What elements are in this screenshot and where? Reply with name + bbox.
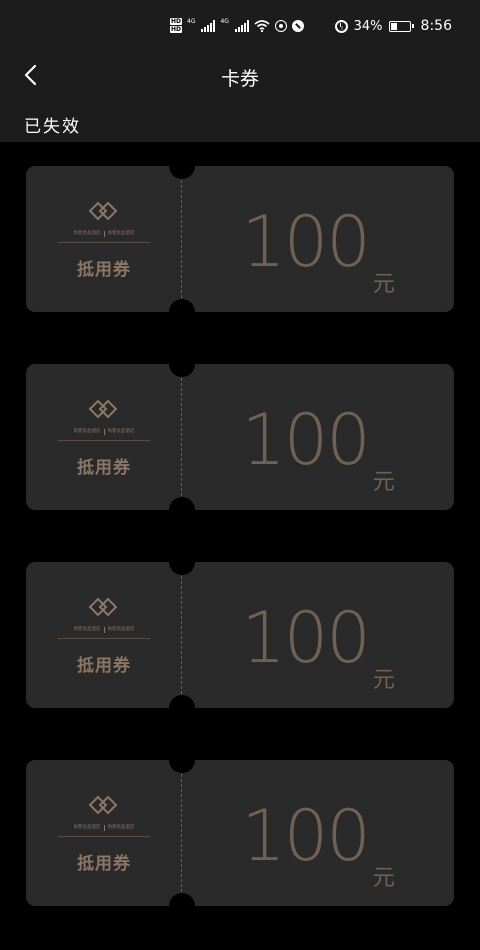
coupon-amount: 100: [241, 399, 371, 481]
coupon-amount-area: 100 元: [182, 760, 454, 906]
brand-text: 尚客优品酒店: [107, 429, 135, 434]
coupon-type-label: 抵用券: [77, 854, 131, 874]
battery-icon: [388, 20, 414, 32]
brand-text: 尚客优品酒店: [73, 627, 101, 632]
signal-icon: [201, 19, 216, 32]
bluetooth-icon: [291, 19, 304, 32]
coupon-stub: 尚客优品酒店 尚客优品酒店 抵用券: [26, 562, 182, 708]
hd-label: HD: [170, 26, 183, 33]
brand-rule: [58, 440, 150, 441]
brand-separator: [103, 627, 105, 633]
hd-icon: HD HD: [170, 18, 183, 33]
brand-text: 尚客优品酒店: [73, 231, 101, 236]
coupon-unit: 元: [372, 470, 395, 495]
coupon-amount-area: 100 元: [182, 364, 454, 510]
status-right: 34% 8:56: [334, 18, 452, 34]
coupon-stub: 尚客优品酒店 尚客优品酒店 抵用券: [26, 166, 182, 312]
brand-line: 尚客优品酒店 尚客优品酒店: [56, 427, 152, 437]
coupon-card[interactable]: 尚客优品酒店 尚客优品酒店 抵用券 100 元: [26, 351, 454, 523]
coupon-type-label: 抵用券: [77, 656, 131, 676]
diamond-logo-icon: [88, 201, 118, 221]
brand-line: 尚客优品酒店 尚客优品酒店: [56, 625, 152, 635]
clock: 8:56: [420, 18, 452, 34]
brand-rule: [58, 836, 150, 837]
coupon-stub: 尚客优品酒店 尚客优品酒店 抵用券: [26, 364, 182, 510]
wifi-icon: [254, 19, 270, 32]
alarm-icon: [334, 19, 348, 33]
coupon-amount: 100: [241, 597, 371, 679]
signal-tag: 4G: [220, 18, 229, 25]
status-left: HD HD 4G 4G: [170, 18, 304, 33]
brand-text: 尚客优品酒店: [73, 429, 101, 434]
battery-percent: 34%: [353, 18, 383, 34]
brand-line: 尚客优品酒店 尚客优品酒店: [56, 229, 152, 239]
signal-icon: [234, 19, 249, 32]
diamond-logo-icon: [88, 597, 118, 617]
brand-text: 尚客优品酒店: [107, 627, 135, 632]
section-bar: 已失效: [0, 100, 480, 142]
page-title: 卡券: [220, 68, 259, 90]
coupon-amount-area: 100 元: [182, 562, 454, 708]
brand-text: 尚客优品酒店: [107, 825, 135, 830]
coupon-type-label: 抵用券: [77, 458, 131, 478]
brand-separator: [103, 825, 105, 831]
battery-fill: [390, 22, 397, 30]
brand-rule: [58, 638, 150, 639]
brand-rule: [58, 242, 150, 243]
signal-tag: 4G: [187, 18, 196, 25]
brand-separator: [103, 429, 105, 435]
header: 卡券: [0, 50, 480, 100]
coupon-unit: 元: [372, 272, 395, 297]
coupon-unit: 元: [372, 668, 395, 693]
screen: HD HD 4G 4G 34% 8:56 卡券 已失效 尚客优品酒店 尚客优品酒…: [0, 0, 480, 950]
coupon-unit: 元: [372, 866, 395, 891]
diamond-logo-icon: [88, 399, 118, 419]
coupon-type-label: 抵用券: [77, 260, 131, 280]
coupon-list: 尚客优品酒店 尚客优品酒店 抵用券 100 元 尚客优品酒店 尚客优品酒店 抵用…: [26, 153, 454, 950]
brand-text: 尚客优品酒店: [73, 825, 101, 830]
coupon-card[interactable]: 尚客优品酒店 尚客优品酒店 抵用券 100 元: [26, 153, 454, 325]
coupon-card[interactable]: 尚客优品酒店 尚客优品酒店 抵用券 100 元: [26, 747, 454, 919]
brand-line: 尚客优品酒店 尚客优品酒店: [56, 823, 152, 833]
brand-text: 尚客优品酒店: [107, 231, 135, 236]
location-icon: [274, 19, 287, 32]
brand-separator: [103, 231, 105, 237]
section-title: 已失效: [24, 117, 81, 137]
coupon-stub: 尚客优品酒店 尚客优品酒店 抵用券: [26, 760, 182, 906]
coupon-amount: 100: [241, 201, 371, 283]
coupon-amount: 100: [241, 795, 371, 877]
coupon-card[interactable]: 尚客优品酒店 尚客优品酒店 抵用券 100 元: [26, 549, 454, 721]
diamond-logo-icon: [88, 795, 118, 815]
coupon-amount-area: 100 元: [182, 166, 454, 312]
hd-label: HD: [170, 18, 183, 25]
